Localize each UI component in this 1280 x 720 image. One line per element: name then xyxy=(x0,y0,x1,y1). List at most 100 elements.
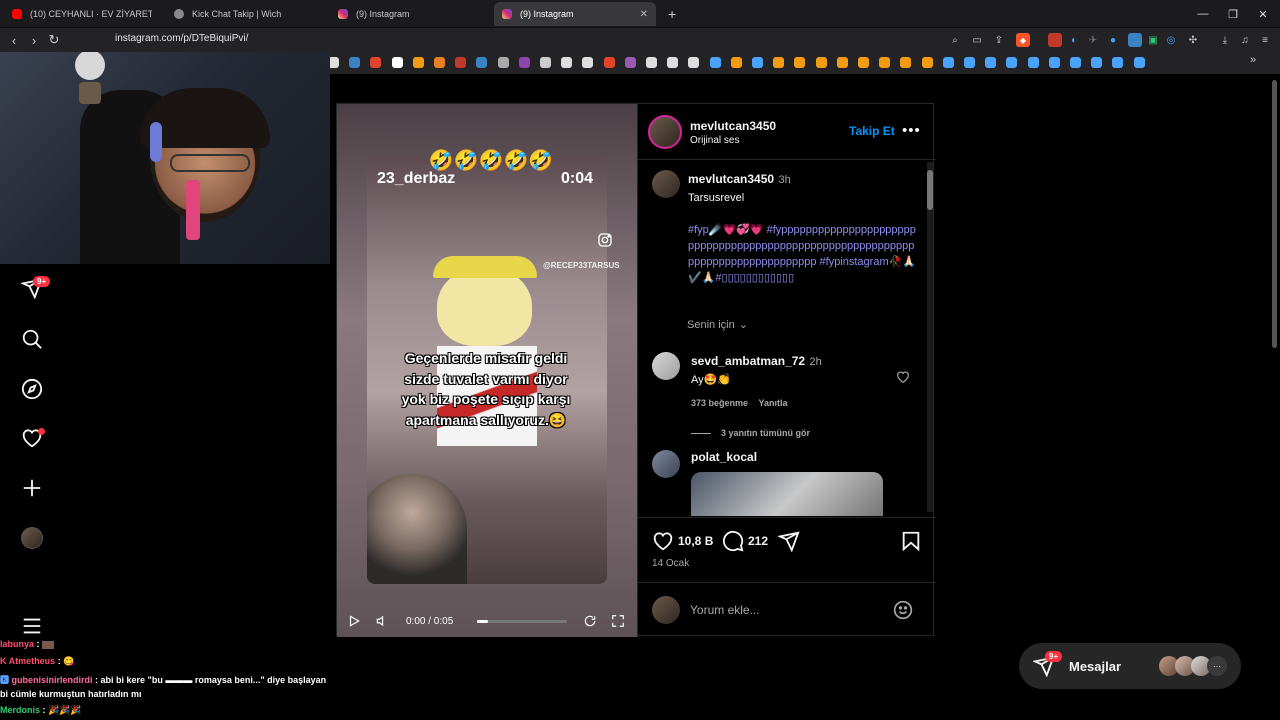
bookmark-icon[interactable] xyxy=(412,57,424,68)
bookmark-icon[interactable] xyxy=(1006,57,1018,68)
author-username[interactable]: mevlutcan3450 xyxy=(690,119,776,133)
audio-label[interactable]: Orijinal ses xyxy=(690,135,776,146)
extension-icon[interactable] xyxy=(1128,33,1142,47)
bookmark-icon[interactable] xyxy=(1133,57,1145,68)
extension-icon[interactable]: ● xyxy=(1106,33,1120,47)
bookmark-icon[interactable] xyxy=(858,57,869,68)
extensions-puzzle-icon[interactable]: ✣ xyxy=(1186,33,1200,47)
bookmark-icon[interactable] xyxy=(1048,57,1060,68)
bookmark-icon[interactable] xyxy=(667,57,679,68)
create-plus-icon[interactable] xyxy=(20,476,44,500)
bookmark-icon[interactable] xyxy=(836,57,848,68)
reply-button[interactable]: Yanıtla xyxy=(759,398,788,408)
bookmark-icon[interactable] xyxy=(879,57,891,68)
bookmark-icon[interactable] xyxy=(730,57,742,68)
bookmark-icon[interactable] xyxy=(709,57,721,68)
view-replies-button[interactable]: 3 yanıtın tümünü gör xyxy=(691,428,901,438)
bookmark-icon[interactable] xyxy=(603,57,615,68)
like-count[interactable]: 10,8 B xyxy=(678,534,713,548)
caption-username[interactable]: mevlutcan3450 xyxy=(688,172,774,186)
emoji-icon[interactable] xyxy=(893,600,913,620)
bookmark-icon[interactable] xyxy=(646,57,657,68)
bookmark-icon[interactable] xyxy=(794,57,806,68)
bookmark-icon[interactable] xyxy=(561,57,573,68)
more-menu-icon[interactable] xyxy=(20,614,44,638)
comment-likes[interactable]: 373 beğenme xyxy=(691,398,748,408)
bookmark-icon[interactable] xyxy=(1027,57,1039,68)
bookmark-icon[interactable] xyxy=(349,57,361,68)
extension-icon[interactable]: ◎ xyxy=(1164,33,1178,47)
zoom-icon[interactable]: ⌕ xyxy=(948,33,962,47)
reload-icon[interactable]: ↻ xyxy=(46,32,62,48)
bookmark-icon[interactable] xyxy=(370,57,382,68)
new-tab-button[interactable]: + xyxy=(660,2,680,26)
sort-dropdown[interactable]: Senin için ⌄ xyxy=(687,318,748,332)
comment-avatar[interactable] xyxy=(652,450,680,478)
cast-icon[interactable]: ▭ xyxy=(970,33,984,47)
share-icon[interactable]: ⇪ xyxy=(992,33,1006,47)
comment-username[interactable]: sevd_ambatman_72 xyxy=(691,354,805,368)
close-tab-icon[interactable]: ✕ xyxy=(640,9,648,20)
back-icon[interactable]: ‹ xyxy=(6,32,22,48)
profile-avatar-icon[interactable] xyxy=(20,526,44,550)
comment-input[interactable]: Yorum ekle... xyxy=(690,603,760,617)
extension-icon[interactable]: ▣ xyxy=(1146,33,1160,47)
bookmark-icon[interactable] xyxy=(773,57,785,68)
media-icon[interactable]: ♫ xyxy=(1238,33,1252,47)
more-options-icon[interactable]: ••• xyxy=(902,122,921,139)
minimize-icon[interactable]: — xyxy=(1188,0,1218,28)
bookmark-icon[interactable] xyxy=(900,57,912,68)
bookmark-icon[interactable] xyxy=(434,57,445,68)
restore-icon[interactable]: ❐ xyxy=(1218,0,1248,28)
author-avatar[interactable] xyxy=(648,115,682,149)
tab-youtube[interactable]: (10) CEYHANLI · EV ZİYARETİ xyxy=(4,2,160,26)
bookmark-icon[interactable] xyxy=(497,57,509,68)
tab-instagram-active[interactable]: (9) Instagram ✕ xyxy=(494,2,656,26)
comment-avatar[interactable] xyxy=(652,352,680,380)
bookmark-icon[interactable] xyxy=(455,57,467,68)
share-icon[interactable] xyxy=(778,530,800,552)
video-progress-bar[interactable] xyxy=(477,620,567,623)
bookmark-icon[interactable] xyxy=(476,57,488,68)
like-icon[interactable] xyxy=(652,530,674,552)
address-bar[interactable]: instagram.com/p/DTeBiquiPvi/ xyxy=(115,33,248,44)
bookmark-icon[interactable] xyxy=(815,57,827,68)
fullscreen-icon[interactable] xyxy=(611,614,625,628)
comment-image[interactable] xyxy=(691,472,883,516)
comment-like-icon[interactable] xyxy=(896,370,910,384)
bookmark-icon[interactable] xyxy=(540,57,551,68)
replay-icon[interactable] xyxy=(583,614,597,628)
caption-hashtags[interactable]: #fyp☄️💗💞💗 #fyppppppppppppppppppppppppppp… xyxy=(688,222,918,286)
tab-kick-chat[interactable]: Kick Chat Takip | Wich xyxy=(166,2,326,26)
video-player[interactable]: 🤣🤣🤣🤣🤣 23_derbaz 0:04 @RECEP33TARSUS Geçe… xyxy=(337,104,637,637)
forward-icon[interactable]: › xyxy=(26,32,42,48)
brave-shield-icon[interactable]: ◆ xyxy=(1016,33,1030,47)
bookmark-icon[interactable] xyxy=(391,57,403,68)
search-icon[interactable] xyxy=(20,327,44,351)
comments-scrollbar[interactable] xyxy=(927,162,933,512)
bookmark-icon[interactable] xyxy=(752,57,763,68)
window-close-icon[interactable]: ✕ xyxy=(1248,0,1278,28)
bookmark-icon[interactable] xyxy=(518,57,530,68)
bookmark-icon[interactable] xyxy=(582,57,594,68)
bookmark-icon[interactable] xyxy=(1091,57,1103,68)
bookmark-icon[interactable] xyxy=(964,57,975,68)
page-scrollbar[interactable] xyxy=(1272,80,1277,348)
comment-icon[interactable] xyxy=(722,530,744,552)
save-bookmark-icon[interactable] xyxy=(900,530,922,552)
bookmark-icon[interactable] xyxy=(688,57,700,68)
bookmark-icon[interactable] xyxy=(1112,57,1124,68)
volume-icon[interactable] xyxy=(375,614,389,628)
extension-icon[interactable]: ✈ xyxy=(1086,33,1100,47)
follow-button[interactable]: Takip Et xyxy=(849,124,895,138)
messages-button[interactable]: Mesajlar ··· xyxy=(1019,643,1241,689)
bookmarks-overflow-icon[interactable]: » xyxy=(1250,54,1256,66)
comment-username[interactable]: polat_kocal xyxy=(691,450,883,464)
extension-icon[interactable]: ◖ xyxy=(1066,33,1080,47)
bookmark-icon[interactable] xyxy=(1070,57,1081,68)
tab-instagram-1[interactable]: (9) Instagram xyxy=(330,2,492,26)
extension-icon[interactable] xyxy=(1048,33,1062,47)
download-icon[interactable]: ⤓ xyxy=(1218,33,1232,47)
play-icon[interactable] xyxy=(347,614,361,628)
caption-avatar[interactable] xyxy=(652,170,680,198)
